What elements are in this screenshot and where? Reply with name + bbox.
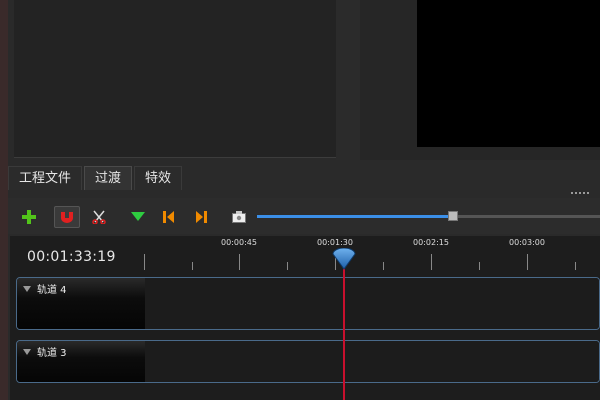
- center-playhead-icon: [232, 211, 246, 223]
- ruler-tick: [239, 254, 240, 270]
- track-body[interactable]: [145, 278, 599, 329]
- add-marker-button[interactable]: [125, 206, 151, 228]
- tab-effects[interactable]: 特效: [134, 166, 183, 190]
- ruler-tick: [383, 262, 384, 270]
- playhead-handle[interactable]: [332, 247, 356, 274]
- tab-transitions[interactable]: 过渡: [84, 166, 133, 190]
- marker-icon: [131, 212, 145, 222]
- jump-start-icon: [163, 211, 175, 223]
- ruler-label: 00:01:30: [317, 238, 353, 247]
- track-header[interactable]: 轨道 3: [17, 341, 145, 382]
- track-label: 轨道 3: [23, 344, 67, 359]
- track-label: 轨道 4: [23, 281, 67, 296]
- track-header[interactable]: 轨道 4: [17, 278, 145, 329]
- panel-splitter[interactable]: [336, 0, 360, 160]
- ruler-tick: [575, 262, 576, 270]
- time-ruler[interactable]: 00:00:45 00:01:30 00:02:15 00:03:00: [144, 236, 600, 274]
- jump-end-icon: [195, 211, 207, 223]
- timeline-track[interactable]: 轨道 4: [16, 277, 600, 330]
- ruler-label: 00:00:45: [221, 238, 257, 247]
- razor-tool-button[interactable]: [86, 206, 112, 228]
- magnet-icon: [59, 211, 75, 223]
- ruler-tick: [192, 262, 193, 270]
- jump-to-start-button[interactable]: [156, 206, 182, 228]
- ruler-tick: [479, 262, 480, 270]
- snapping-toggle-button[interactable]: [54, 206, 80, 228]
- ruler-tick: [144, 254, 145, 270]
- track-name: 轨道 4: [37, 285, 67, 296]
- tab-project-files[interactable]: 工程文件: [8, 166, 83, 190]
- timeline-track[interactable]: 轨道 3: [16, 340, 600, 383]
- video-preview: [417, 0, 600, 147]
- ruler-label: 00:02:15: [413, 238, 449, 247]
- project-files-panel[interactable]: [14, 0, 337, 158]
- ruler-tick: [431, 254, 432, 270]
- playhead-marker-icon: [332, 247, 356, 274]
- window-edge: [0, 0, 8, 400]
- razor-icon: [92, 210, 106, 224]
- add-track-button[interactable]: [16, 206, 42, 228]
- ruler-tick: [527, 254, 528, 270]
- ruler-tick: [287, 262, 288, 270]
- zoom-slider-fill: [257, 215, 453, 218]
- jump-to-end-button[interactable]: [188, 206, 214, 228]
- ruler-label: 00:03:00: [509, 238, 545, 247]
- dock-grip-handle[interactable]: [571, 192, 589, 196]
- playhead-line[interactable]: [343, 266, 345, 400]
- zoom-slider-handle[interactable]: [448, 211, 458, 221]
- center-playhead-button[interactable]: [226, 206, 252, 228]
- collapse-triangle-icon[interactable]: [23, 285, 31, 292]
- track-body[interactable]: [145, 341, 599, 382]
- track-name: 轨道 3: [37, 348, 67, 359]
- panel-tabs: 工程文件 过渡 特效: [8, 166, 184, 190]
- add-icon: [22, 210, 36, 224]
- collapse-triangle-icon[interactable]: [23, 348, 31, 355]
- current-time-display: 00:01:33:19: [27, 249, 116, 265]
